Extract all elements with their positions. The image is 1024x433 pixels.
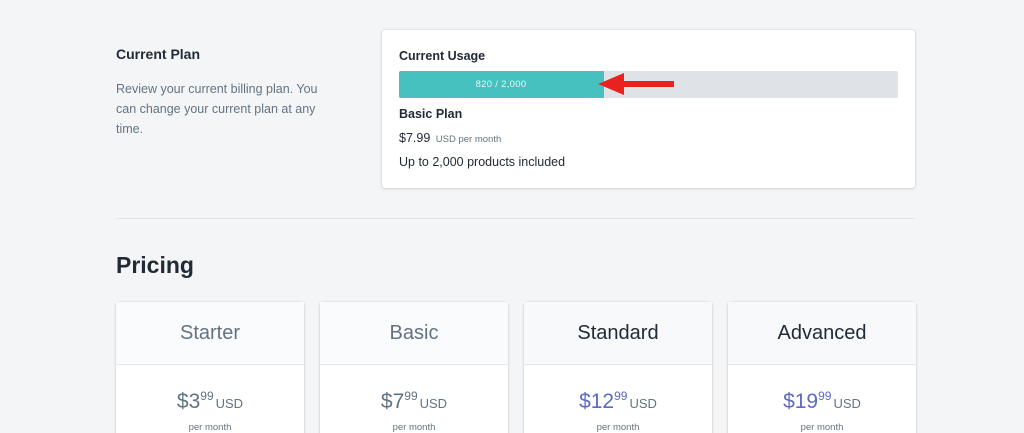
tier-price-cents: 99	[404, 389, 418, 403]
tier-price-dollars: $3	[176, 390, 201, 413]
tier-price: $1999 USD	[728, 383, 916, 417]
plan-name: Basic Plan	[399, 107, 463, 121]
tier-name: Standard	[524, 302, 712, 365]
plan-price: $7.99 USD per month	[399, 131, 501, 145]
tier-card-advanced[interactable]: Advanced $1999 USD per month	[728, 302, 916, 433]
tier-period: per month	[596, 422, 640, 433]
tier-price-cents: 99	[818, 389, 832, 403]
tier-period: per month	[800, 422, 844, 433]
tier-price-currency: USD	[629, 396, 657, 411]
tier-price: $399 USD	[116, 383, 304, 417]
pricing-title: Pricing	[116, 252, 194, 278]
tier-name: Starter	[116, 302, 304, 365]
tier-price-dollars: $7	[380, 390, 405, 413]
tier-name: Advanced	[728, 302, 916, 365]
usage-card: Current Usage 820 / 2,000 Basic Plan $7.…	[382, 30, 915, 188]
current-plan-heading: Current Plan	[116, 46, 201, 62]
tier-card-basic[interactable]: Basic $799 USD per month	[320, 302, 508, 433]
tier-price-cents: 99	[614, 389, 628, 403]
current-plan-description: Current Plan Review your current billing…	[116, 46, 331, 139]
tier-price-dollars: $12	[579, 390, 615, 413]
tier-price-cents: 99	[200, 389, 214, 403]
usage-progress-label: 820 / 2,000	[475, 79, 527, 90]
tier-price: $1299 USD	[524, 383, 712, 417]
tier-price-currency: USD	[215, 396, 244, 411]
tier-price-currency: USD	[419, 396, 448, 411]
tier-period: per month	[392, 422, 436, 433]
plan-price-amount: $7.99	[399, 131, 431, 145]
tier-card-standard[interactable]: Standard $1299 USD per month	[524, 302, 712, 433]
usage-title: Current Usage	[399, 49, 486, 63]
tier-name: Basic	[320, 302, 508, 365]
section-divider	[116, 218, 915, 219]
tier-price-dollars: $19	[783, 390, 819, 413]
plan-price-unit: USD per month	[435, 134, 502, 145]
billing-page: Current Plan Review your current billing…	[0, 0, 1024, 433]
tier-price: $799 USD	[320, 383, 508, 417]
red-arrow-annotation-icon	[598, 73, 674, 95]
plan-included-products: Up to 2,000 products included	[399, 155, 566, 169]
tier-card-starter[interactable]: Starter $399 USD per month	[116, 302, 304, 433]
tier-period: per month	[188, 422, 232, 433]
tier-price-currency: USD	[833, 396, 861, 411]
current-plan-text: Review your current billing plan. You ca…	[116, 82, 318, 136]
